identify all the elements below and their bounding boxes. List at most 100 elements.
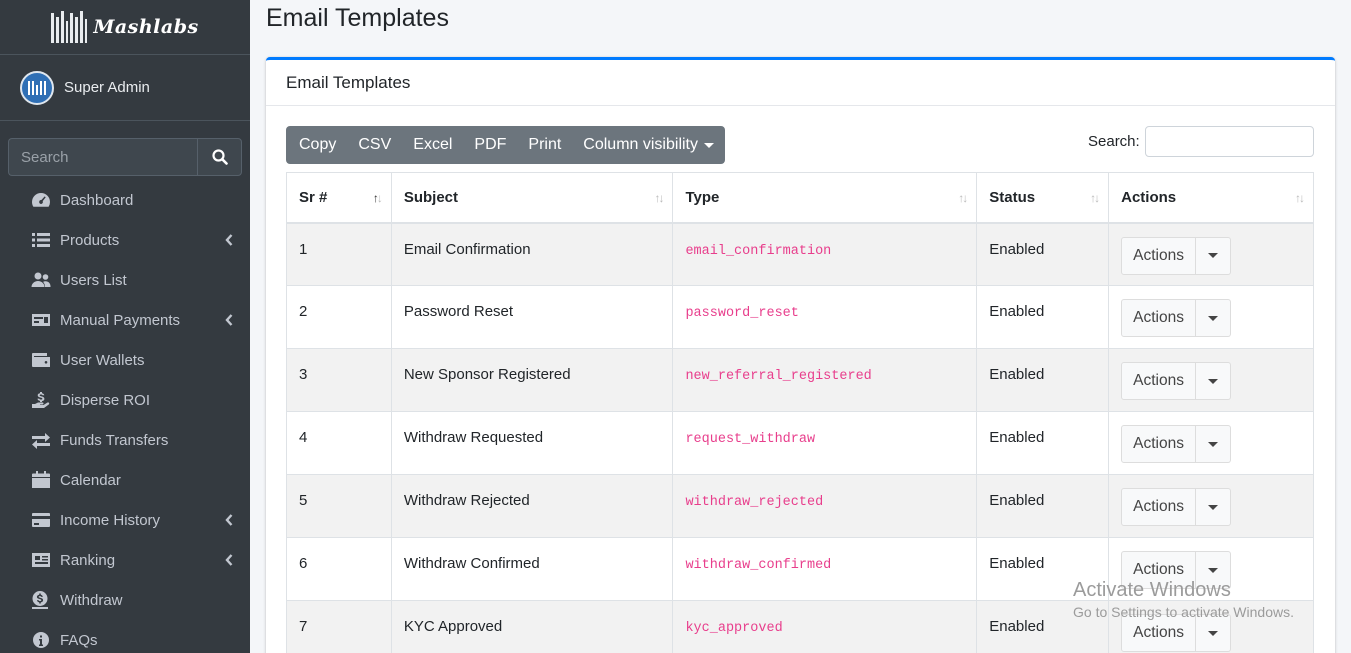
caret-down-icon	[1207, 315, 1218, 321]
cell-status: Enabled	[976, 411, 1110, 475]
cell-type: password_reset	[672, 285, 978, 349]
page-title: Email Templates	[266, 4, 449, 32]
cell-sr: 2	[286, 285, 392, 349]
table-row: 5 Withdraw Rejected withdraw_rejected En…	[286, 474, 1314, 538]
sidebar-item-label: Users List	[60, 271, 127, 289]
sort-icon: ↑↓	[958, 191, 968, 205]
brand[interactable]: Mashlabs	[0, 0, 250, 55]
csv-button[interactable]: CSV	[347, 126, 402, 164]
cell-type: withdraw_confirmed	[672, 537, 978, 601]
template-type-code: kyc_approved	[685, 621, 783, 636]
actions-button-group: Actions	[1121, 488, 1231, 526]
table-row: 4 Withdraw Requested request_withdraw En…	[286, 411, 1314, 475]
sort-asc-icon: ↑↓	[372, 191, 383, 205]
copy-button[interactable]: Copy	[286, 126, 347, 164]
table-row: 2 Password Reset password_reset Enabled …	[286, 285, 1314, 349]
caret-down-icon	[1207, 630, 1218, 636]
cell-type: withdraw_rejected	[672, 474, 978, 538]
pdf-button[interactable]: PDF	[463, 126, 517, 164]
user-name[interactable]: Super Admin	[64, 79, 150, 96]
caret-down-icon	[1207, 441, 1218, 447]
sidebar-item-label: Funds Transfers	[60, 431, 169, 449]
cell-sr: 6	[286, 537, 392, 601]
caret-down-icon	[704, 142, 714, 148]
sidebar-item-disperse-roi[interactable]: Disperse ROI	[0, 380, 250, 420]
cell-actions: Actions	[1108, 411, 1314, 475]
table-search-input[interactable]	[1145, 126, 1314, 157]
cell-subject: Withdraw Confirmed	[390, 537, 674, 601]
avatar-logo-icon	[28, 80, 46, 95]
template-type-code: withdraw_confirmed	[685, 558, 832, 573]
chevron-left-icon	[225, 314, 233, 326]
actions-button[interactable]: Actions	[1121, 425, 1196, 463]
cell-subject: Withdraw Rejected	[390, 474, 674, 538]
actions-dropdown-toggle[interactable]	[1195, 236, 1231, 275]
sidebar-item-withdraw[interactable]: Withdraw	[0, 580, 250, 620]
actions-dropdown-toggle[interactable]	[1195, 425, 1231, 463]
sidebar-item-label: Income History	[60, 511, 161, 529]
card-title: Email Templates	[266, 60, 1335, 106]
caret-down-icon	[1207, 253, 1218, 258]
cell-actions: Actions	[1108, 222, 1314, 286]
brand-logo[interactable]: Mashlabs	[51, 11, 198, 43]
sidebar-item-funds-transfers[interactable]: Funds Transfers	[0, 420, 250, 460]
sidebar-item-label: Dashboard	[60, 191, 134, 209]
actions-button[interactable]: Actions	[1121, 488, 1196, 526]
table-row: 1 Email Confirmation email_confirmation …	[286, 222, 1314, 286]
actions-dropdown-toggle[interactable]	[1195, 299, 1231, 337]
cell-sr: 4	[286, 411, 392, 475]
template-type-code: password_reset	[685, 306, 799, 321]
actions-dropdown-toggle[interactable]	[1195, 488, 1231, 526]
sidebar-item-user-wallets[interactable]: User Wallets	[0, 340, 250, 380]
actions-button-group: Actions	[1121, 362, 1231, 400]
table-search-label: Search:	[1088, 133, 1140, 150]
sidebar-item-dashboard[interactable]: Dashboard	[0, 180, 250, 220]
actions-button-group: Actions	[1121, 425, 1231, 463]
chevron-left-icon	[225, 514, 233, 526]
sidebar-item-manual-payments[interactable]: Manual Payments	[0, 300, 250, 340]
sidebar-item-calendar[interactable]: Calendar	[0, 460, 250, 500]
column-header-sr[interactable]: Sr # ↑↓	[286, 172, 392, 224]
sidebar-item-users-list[interactable]: Users List	[0, 260, 250, 300]
list-icon	[30, 230, 52, 250]
cell-actions: Actions	[1108, 474, 1314, 538]
sidebar-item-label: Calendar	[60, 471, 121, 489]
user-panel[interactable]: Super Admin	[0, 55, 250, 121]
actions-button[interactable]: Actions	[1121, 299, 1196, 337]
sidebar-search-input[interactable]	[8, 138, 197, 176]
cell-sr: 1	[286, 222, 392, 286]
sidebar-item-ranking[interactable]: Ranking	[0, 540, 250, 580]
column-header-subject[interactable]: Subject ↑↓	[390, 172, 674, 224]
avatar[interactable]	[20, 70, 54, 105]
cell-actions: Actions	[1108, 285, 1314, 349]
actions-button[interactable]: Actions	[1121, 362, 1196, 400]
sidebar-item-label: User Wallets	[60, 351, 145, 369]
main-content: Email Templates Email Templates Copy CSV…	[250, 0, 1351, 653]
sidebar-item-products[interactable]: Products	[0, 220, 250, 260]
column-header-actions[interactable]: Actions ↑↓	[1108, 172, 1314, 224]
print-button[interactable]: Print	[517, 126, 572, 164]
sidebar-item-faqs[interactable]: FAQs	[0, 620, 250, 653]
actions-dropdown-toggle[interactable]	[1195, 362, 1231, 400]
column-header-type[interactable]: Type ↑↓	[672, 172, 978, 224]
cell-status: Enabled	[976, 348, 1110, 412]
exchange-icon	[30, 430, 52, 450]
sidebar-search-button[interactable]	[197, 138, 242, 176]
column-visibility-label: Column visibility	[583, 136, 698, 153]
wallet-icon	[30, 350, 52, 370]
excel-button[interactable]: Excel	[402, 126, 463, 164]
sidebar-item-label: Manual Payments	[60, 311, 181, 329]
column-header-status[interactable]: Status ↑↓	[976, 172, 1110, 224]
money-check-icon	[30, 310, 52, 330]
sidebar-item-label: Disperse ROI	[60, 391, 151, 409]
sidebar-item-income-history[interactable]: Income History	[0, 500, 250, 540]
actions-button[interactable]: Actions	[1121, 236, 1196, 275]
cell-subject: Withdraw Requested	[390, 411, 674, 475]
caret-down-icon	[1207, 567, 1218, 573]
cell-status: Enabled	[976, 474, 1110, 538]
template-type-code: email_confirmation	[685, 243, 832, 259]
column-visibility-button[interactable]: Column visibility	[572, 126, 725, 164]
actions-button-group: Actions	[1121, 299, 1231, 337]
cell-sr: 3	[286, 348, 392, 412]
sidebar-nav: Dashboard Products Users List Manual Pay…	[0, 180, 250, 653]
